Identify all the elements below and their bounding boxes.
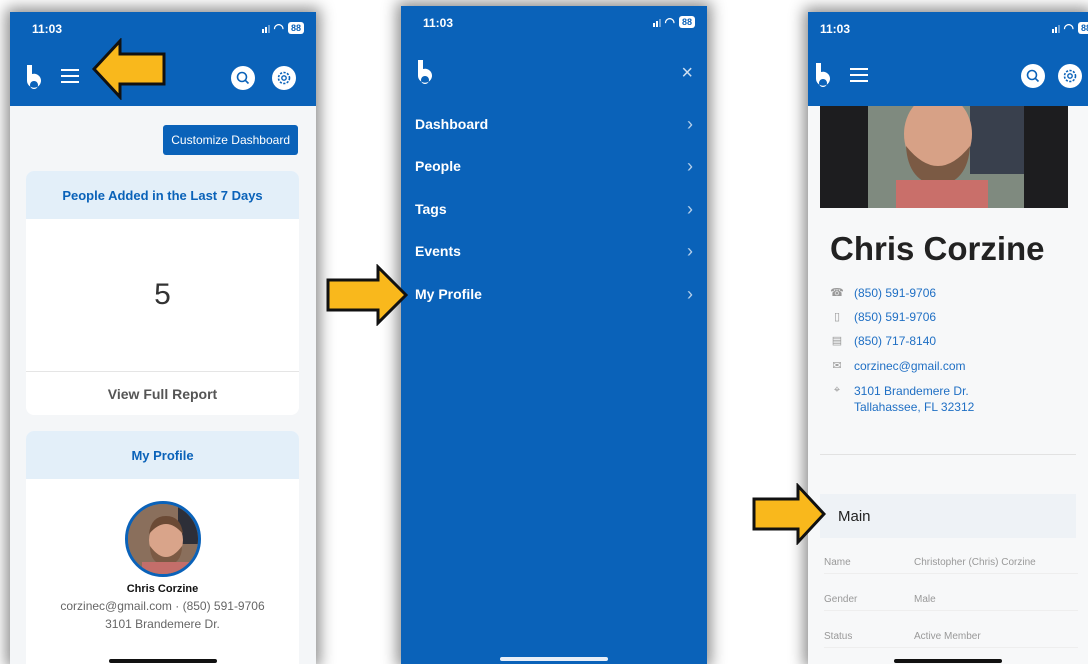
home-indicator	[894, 659, 1002, 663]
field-row-status: Status Active Member	[824, 626, 1078, 648]
dashboard-screen: 11:03 ◠ 88 Customize Dashboard People Ad…	[10, 12, 316, 664]
search-icon[interactable]	[231, 66, 255, 90]
status-time: 11:03	[423, 16, 454, 30]
divider	[820, 454, 1076, 455]
chevron-right-icon: ›	[687, 240, 693, 261]
chevron-right-icon: ›	[687, 198, 693, 219]
menu-item-people[interactable]: People ›	[415, 151, 693, 181]
search-icon[interactable]	[1021, 64, 1045, 88]
menu-item-label: People	[415, 158, 461, 174]
contact-work-phone[interactable]: ▤ (850) 717-8140	[830, 334, 936, 348]
email-icon: ✉	[832, 360, 842, 372]
menu-hamburger-icon[interactable]	[61, 69, 79, 83]
people-count: 5	[154, 278, 171, 311]
profile-name: Chris Corzine	[126, 583, 199, 595]
wifi-icon: ◠	[1063, 21, 1074, 35]
wifi-icon: ◠	[664, 15, 675, 29]
contact-text: (850) 591-9706	[854, 310, 937, 324]
card-title: My Profile	[26, 431, 299, 479]
status-bar: 11:03 ◠ 88	[808, 12, 1088, 48]
app-logo[interactable]	[415, 60, 437, 86]
mobile-icon: ▯	[833, 311, 841, 323]
battery-icon: 88	[678, 16, 695, 28]
profile-name-heading: Chris Corzine	[830, 230, 1045, 267]
signal-icon	[1051, 23, 1060, 33]
home-indicator	[109, 659, 217, 663]
menu-item-dashboard[interactable]: Dashboard ›	[415, 109, 693, 139]
field-value: Male	[914, 594, 936, 605]
status-bar: 11:03 ◠ 88	[401, 6, 707, 42]
field-label: Name	[824, 557, 851, 568]
app-logo[interactable]	[24, 65, 46, 91]
location-icon: ⌖	[833, 384, 841, 396]
app-logo[interactable]	[813, 63, 835, 89]
chevron-right-icon: ›	[687, 113, 693, 134]
profile-address: 3101 Brandemere Dr.	[105, 617, 220, 631]
field-row-gender: Gender Male	[824, 589, 1078, 611]
field-row-name: Name Christopher (Chris) Corzine	[824, 552, 1078, 574]
profile-contact: corzinec@gmail.com · (850) 591-9706	[60, 599, 265, 613]
signal-icon	[652, 17, 661, 27]
profile-screen: 11:03 ◠ 88 Chris Corzine ☎ (850) 591-9706…	[808, 12, 1088, 664]
field-value: Active Member	[914, 631, 981, 642]
address-line-1: 3101 Brandemere Dr.	[854, 384, 969, 398]
customize-dashboard-button[interactable]: Customize Dashboard	[163, 125, 298, 155]
field-label: Status	[824, 631, 853, 642]
home-indicator	[500, 657, 608, 661]
contact-email[interactable]: ✉ corzinec@gmail.com	[830, 359, 966, 373]
status-time: 11:03	[820, 22, 851, 36]
menu-item-label: Events	[415, 243, 461, 259]
contact-address[interactable]: ⌖ 3101 Brandemere Dr. Tallahassee, FL 32…	[830, 384, 974, 414]
phone-icon: ☎	[830, 287, 844, 299]
close-icon[interactable]: ×	[681, 62, 693, 85]
status-time: 11:03	[32, 22, 63, 36]
field-label: Gender	[824, 594, 858, 605]
field-value: Christopher (Chris) Corzine	[914, 557, 1036, 568]
contact-text: (850) 717-8140	[854, 334, 937, 348]
profile-avatar	[124, 501, 201, 577]
settings-gear-icon[interactable]	[272, 66, 296, 90]
annotation-arrow-left-icon	[92, 38, 166, 100]
menu-hamburger-icon[interactable]	[850, 68, 868, 82]
annotation-arrow-right-icon	[752, 483, 826, 545]
view-full-report-link[interactable]: View Full Report	[26, 371, 299, 415]
signal-icon	[261, 23, 270, 33]
menu-item-my-profile[interactable]: My Profile ›	[415, 279, 693, 309]
profile-photo	[820, 94, 1068, 208]
section-main-header[interactable]: Main	[820, 494, 1076, 538]
battery-icon: 88	[287, 22, 304, 34]
menu-item-label: Dashboard	[415, 116, 489, 132]
people-added-card: People Added in the Last 7 Days 5 View F…	[26, 171, 299, 415]
address-line-2: Tallahassee, FL 32312	[854, 400, 975, 414]
menu-item-label: Tags	[415, 201, 447, 217]
briefcase-icon: ▤	[831, 335, 843, 347]
my-profile-card: My Profile Chris Corzine corzinec@gmail.…	[26, 431, 299, 664]
chevron-right-icon: ›	[687, 283, 693, 304]
contact-text: (850) 591-9706	[854, 286, 937, 300]
menu-item-tags[interactable]: Tags ›	[415, 194, 693, 224]
navigation-menu-screen: 11:03 ◠ 88 × Dashboard › People › Tags › Ev…	[401, 6, 707, 664]
contact-mobile[interactable]: ▯ (850) 591-9706	[830, 310, 936, 324]
menu-item-label: My Profile	[415, 286, 482, 302]
card-title: People Added in the Last 7 Days	[26, 171, 299, 219]
settings-gear-icon[interactable]	[1058, 64, 1082, 88]
contact-phone[interactable]: ☎ (850) 591-9706	[830, 286, 936, 300]
wifi-icon: ◠	[273, 21, 284, 35]
chevron-right-icon: ›	[687, 155, 693, 176]
section-title: Main	[838, 507, 871, 525]
battery-icon: 88	[1077, 22, 1088, 34]
annotation-arrow-right-icon	[326, 264, 408, 326]
menu-item-events[interactable]: Events ›	[415, 236, 693, 266]
contact-text: corzinec@gmail.com	[854, 359, 966, 373]
